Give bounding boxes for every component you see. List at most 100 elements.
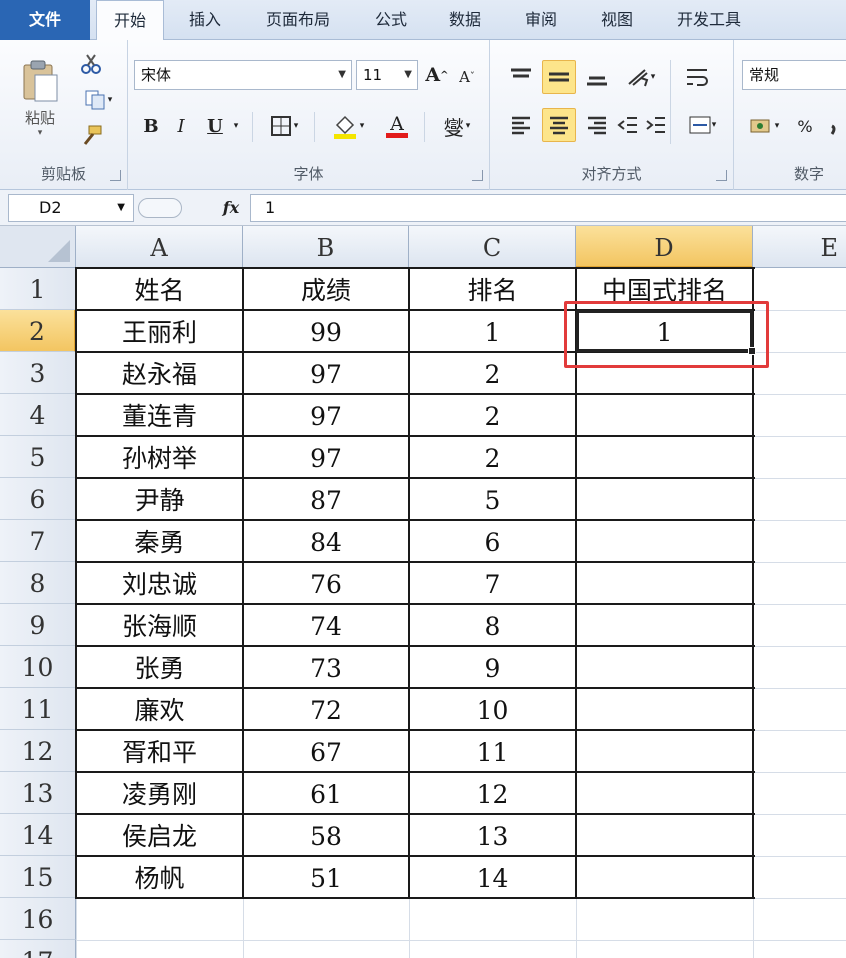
tab-review[interactable]: 审阅: [508, 0, 574, 40]
font-launcher-icon[interactable]: [472, 170, 483, 181]
table-cell[interactable]: 67: [243, 730, 409, 772]
table-cell[interactable]: 11: [409, 730, 576, 772]
table-cell[interactable]: [576, 688, 753, 730]
table-cell[interactable]: 2: [409, 436, 576, 478]
table-cell[interactable]: 58: [243, 814, 409, 856]
align-left-button[interactable]: [504, 108, 538, 142]
tab-formulas[interactable]: 公式: [358, 0, 424, 40]
accounting-format-button[interactable]: ▾: [742, 110, 786, 142]
tab-page-layout[interactable]: 页面布局: [248, 0, 348, 40]
align-top-button[interactable]: [504, 60, 538, 94]
clipboard-launcher-icon[interactable]: [110, 170, 121, 181]
name-box[interactable]: D2 ▼: [8, 194, 134, 222]
font-name-select[interactable]: 宋体 ▼: [134, 60, 352, 90]
row-header[interactable]: 12: [0, 730, 76, 772]
table-cell[interactable]: [576, 856, 753, 898]
tab-data[interactable]: 数据: [432, 0, 498, 40]
row-header[interactable]: 13: [0, 772, 76, 814]
merge-center-button[interactable]: ▾: [680, 108, 724, 142]
table-cell[interactable]: 97: [243, 436, 409, 478]
table-cell[interactable]: 99: [243, 310, 409, 352]
font-color-button[interactable]: A: [376, 110, 418, 142]
fill-color-button[interactable]: ▾: [324, 110, 372, 142]
table-header-cell[interactable]: 成绩: [243, 268, 409, 310]
row-header[interactable]: 8: [0, 562, 76, 604]
table-cell[interactable]: 9: [409, 646, 576, 688]
row-header[interactable]: 9: [0, 604, 76, 646]
percent-button[interactable]: %: [792, 110, 818, 142]
table-cell[interactable]: 张勇: [76, 646, 243, 688]
alignment-launcher-icon[interactable]: [716, 170, 727, 181]
table-cell[interactable]: 7: [409, 562, 576, 604]
align-bottom-button[interactable]: [580, 60, 614, 94]
column-header-e[interactable]: E: [753, 226, 846, 268]
row-header[interactable]: 11: [0, 688, 76, 730]
number-format-select[interactable]: 常规: [742, 60, 846, 90]
table-cell[interactable]: [576, 436, 753, 478]
table-cell[interactable]: 87: [243, 478, 409, 520]
table-cell[interactable]: 侯启龙: [76, 814, 243, 856]
table-cell[interactable]: 胥和平: [76, 730, 243, 772]
tab-insert[interactable]: 插入: [172, 0, 238, 40]
table-cell[interactable]: 51: [243, 856, 409, 898]
table-cell[interactable]: 凌勇刚: [76, 772, 243, 814]
table-cell[interactable]: [576, 646, 753, 688]
table-cell[interactable]: [576, 478, 753, 520]
column-header-c[interactable]: C: [409, 226, 576, 268]
table-cell[interactable]: [576, 520, 753, 562]
copy-button[interactable]: ▾: [76, 86, 120, 114]
paste-button[interactable]: 粘贴 ▾: [16, 48, 64, 148]
decrease-indent-button[interactable]: [614, 108, 642, 142]
format-painter-button[interactable]: [76, 122, 106, 150]
column-header-d[interactable]: D: [576, 226, 753, 268]
shrink-font-button[interactable]: Aˇ: [454, 62, 480, 92]
comma-style-button[interactable]: [822, 110, 846, 142]
align-right-button[interactable]: [580, 108, 614, 142]
increase-indent-button[interactable]: [642, 108, 670, 142]
table-header-cell[interactable]: 排名: [409, 268, 576, 310]
table-cell[interactable]: 8: [409, 604, 576, 646]
formula-bar-splitter[interactable]: [138, 198, 182, 218]
table-cell[interactable]: 刘忠诚: [76, 562, 243, 604]
row-header[interactable]: 2: [0, 310, 76, 352]
font-size-select[interactable]: 11 ▼: [356, 60, 418, 90]
row-header[interactable]: 14: [0, 814, 76, 856]
italic-button[interactable]: I: [168, 110, 194, 142]
grow-font-button[interactable]: A ^: [424, 60, 450, 90]
table-cell[interactable]: 14: [409, 856, 576, 898]
row-header[interactable]: 6: [0, 478, 76, 520]
table-cell[interactable]: 赵永福: [76, 352, 243, 394]
table-header-cell[interactable]: 姓名: [76, 268, 243, 310]
column-header-b[interactable]: B: [243, 226, 409, 268]
row-header[interactable]: 1: [0, 268, 76, 310]
table-cell[interactable]: 杨帆: [76, 856, 243, 898]
table-cell[interactable]: 72: [243, 688, 409, 730]
table-cell[interactable]: 73: [243, 646, 409, 688]
tab-home[interactable]: 开始: [96, 0, 164, 41]
select-all-button[interactable]: [0, 226, 76, 268]
row-header[interactable]: 5: [0, 436, 76, 478]
table-cell[interactable]: 12: [409, 772, 576, 814]
table-cell[interactable]: [576, 814, 753, 856]
table-cell[interactable]: 6: [409, 520, 576, 562]
orientation-button[interactable]: ▾: [618, 60, 662, 94]
table-cell[interactable]: [576, 394, 753, 436]
table-cell[interactable]: 1: [409, 310, 576, 352]
borders-button[interactable]: ▾: [262, 110, 306, 142]
row-header[interactable]: 4: [0, 394, 76, 436]
tab-view[interactable]: 视图: [584, 0, 650, 40]
table-cell[interactable]: 76: [243, 562, 409, 604]
align-center-button[interactable]: [542, 108, 576, 142]
row-header[interactable]: 17: [0, 940, 76, 958]
bold-button[interactable]: B: [138, 110, 164, 142]
table-cell[interactable]: 秦勇: [76, 520, 243, 562]
table-cell[interactable]: 张海顺: [76, 604, 243, 646]
row-header[interactable]: 16: [0, 898, 76, 940]
table-cell[interactable]: 74: [243, 604, 409, 646]
table-cell[interactable]: 孙树举: [76, 436, 243, 478]
table-cell[interactable]: 王丽利: [76, 310, 243, 352]
table-cell[interactable]: [576, 562, 753, 604]
table-cell[interactable]: 97: [243, 394, 409, 436]
phonetic-button[interactable]: 燮 ▾: [434, 110, 480, 142]
row-header[interactable]: 3: [0, 352, 76, 394]
